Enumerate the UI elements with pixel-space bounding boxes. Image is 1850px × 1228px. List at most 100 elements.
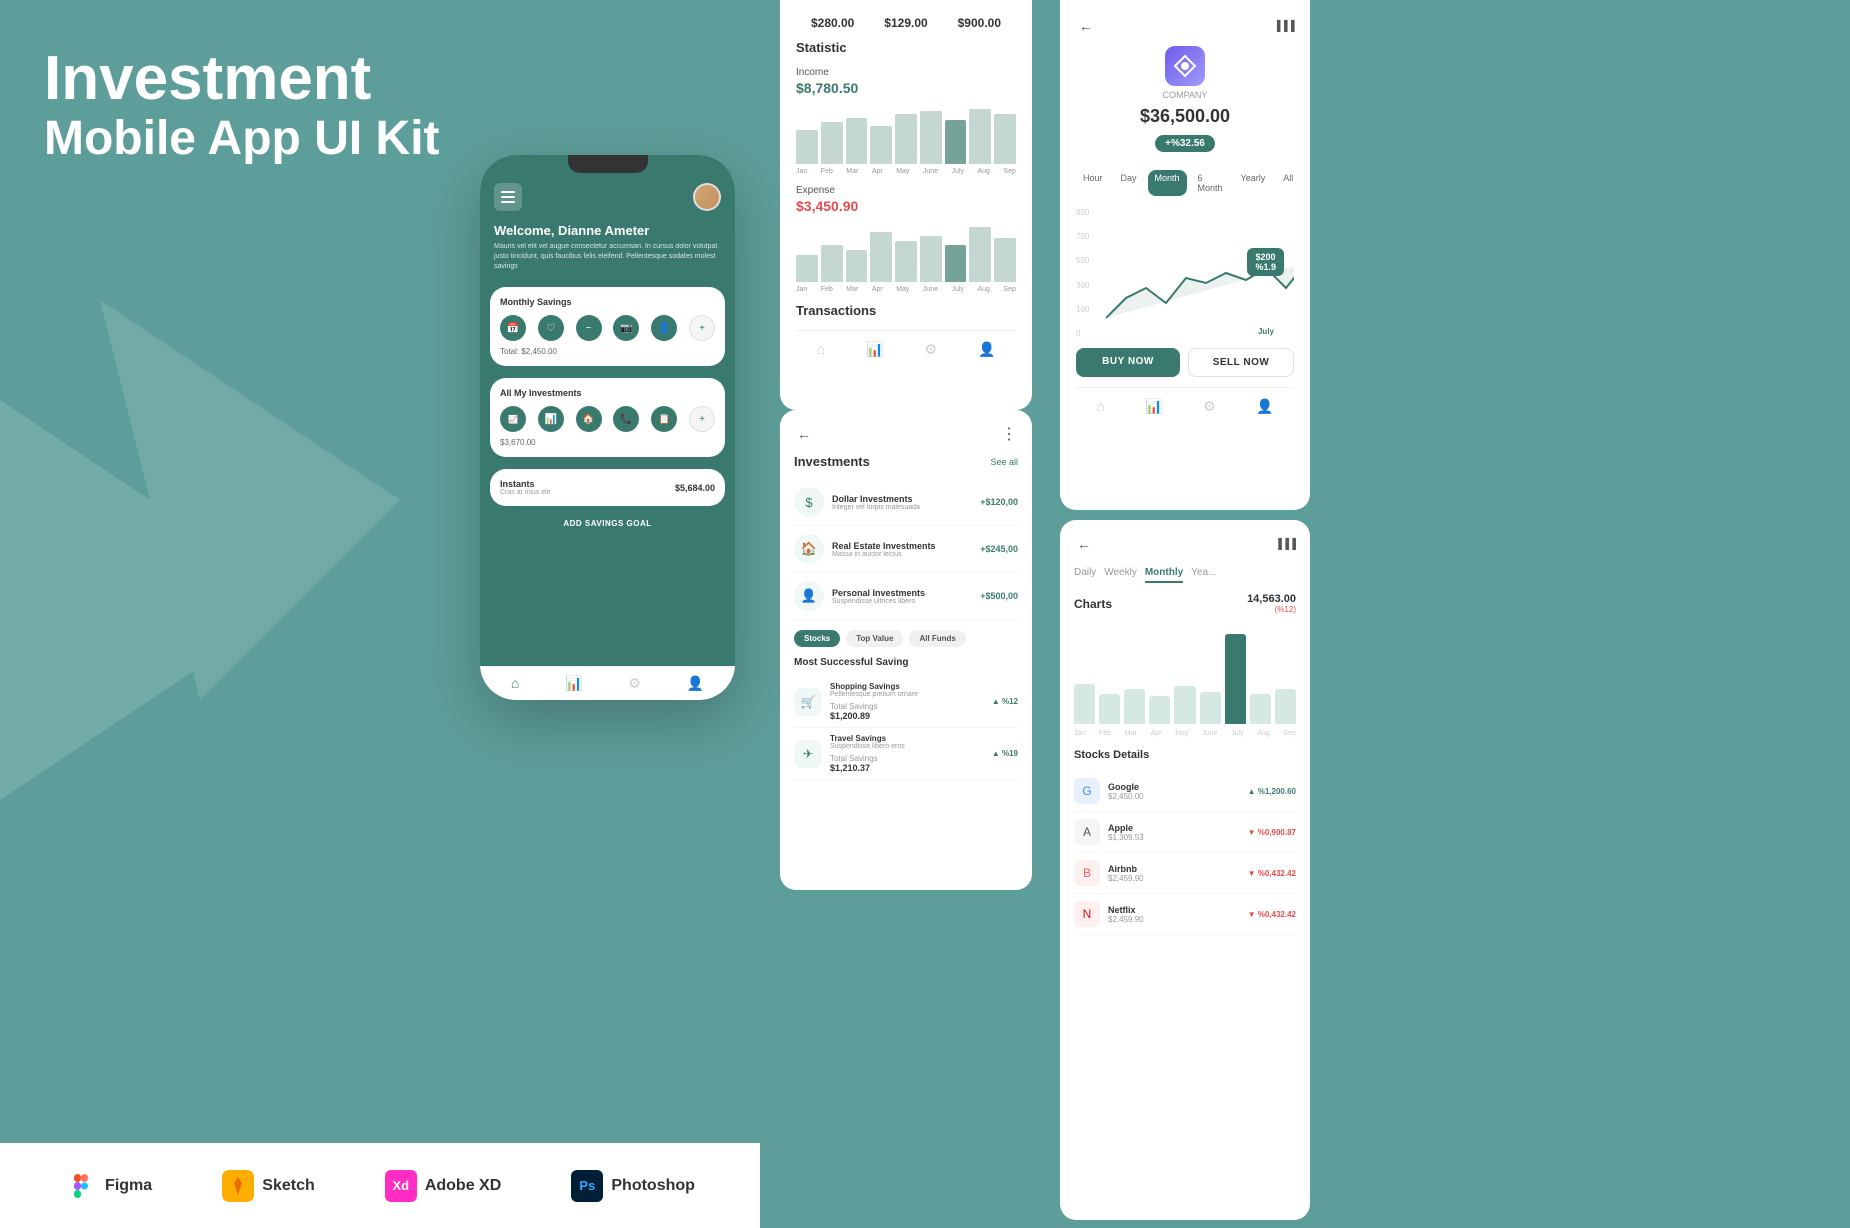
- company-back-button[interactable]: ←: [1076, 16, 1096, 36]
- company-nav-profile[interactable]: 👤: [1256, 398, 1273, 415]
- personal-investment-sub: Suspendisse ultrices libero: [832, 598, 972, 605]
- savings-icon-5[interactable]: 👤: [651, 315, 677, 341]
- period-tab-yearly[interactable]: Yea...: [1191, 564, 1216, 583]
- metric-value-1: $280.00: [811, 16, 854, 30]
- realestate-investment-icon: 🏠: [794, 534, 824, 564]
- realestate-investment-info: Real Estate Investments Massa in auctor …: [832, 541, 972, 558]
- shopping-saving-sub: Pellentesque pretium ornare: [830, 691, 984, 698]
- tab-hour[interactable]: Hour: [1076, 170, 1110, 196]
- nav-settings-icon[interactable]: ⚙: [628, 675, 641, 692]
- tab-month[interactable]: Month: [1148, 170, 1187, 196]
- savings-icon-3[interactable]: ~: [576, 315, 602, 341]
- google-price: $2,450.00: [1108, 792, 1240, 801]
- tab-all-funds[interactable]: All Funds: [909, 630, 965, 647]
- y-axis: 9007005003001000: [1076, 208, 1089, 338]
- charts-more-button[interactable]: ▐▐▐: [1275, 539, 1296, 550]
- dollar-investment-value: +$120,00: [980, 497, 1018, 507]
- google-info: Google $2,450.00: [1108, 782, 1240, 801]
- savings-icon-4[interactable]: 📷: [613, 315, 639, 341]
- sketch-icon: [222, 1170, 254, 1202]
- personal-investment-icon: 👤: [794, 581, 824, 611]
- metric-item-3: $900.00: [958, 16, 1001, 30]
- tooltip-value: $200: [1255, 252, 1276, 262]
- tab-day[interactable]: Day: [1114, 170, 1144, 196]
- netflix-info: Netflix $2,459.90: [1108, 905, 1240, 924]
- monthly-savings-card: Monthly Savings 📅 ♡ ~ 📷 👤 + Total: $2,45…: [490, 287, 725, 366]
- instants-label: Instants: [500, 479, 550, 489]
- company-nav-settings[interactable]: ⚙: [1203, 398, 1216, 415]
- bar-chart: [1074, 624, 1296, 724]
- inv-icon-4[interactable]: 📞: [613, 406, 639, 432]
- top-metrics-strip: $280.00 $129.00 $900.00: [796, 16, 1016, 30]
- apple-name: Apple: [1108, 823, 1240, 833]
- period-tab-weekly[interactable]: Weekly: [1104, 564, 1137, 583]
- google-logo: G: [1074, 778, 1100, 804]
- avatar[interactable]: [693, 183, 721, 211]
- travel-saving-sub: Suspendisse libero eros: [830, 743, 984, 750]
- period-tab-daily[interactable]: Daily: [1074, 564, 1096, 583]
- instants-info: Instants Cras at risus elit: [500, 479, 550, 496]
- add-savings-button[interactable]: ADD SAVINGS GOAL: [490, 512, 725, 535]
- tab-stocks[interactable]: Stocks: [794, 630, 840, 647]
- inv-icon-1[interactable]: 📈: [500, 406, 526, 432]
- inv-icon-5[interactable]: 📋: [651, 406, 677, 432]
- tab-top-value[interactable]: Top Value: [846, 630, 903, 647]
- tab-yearly[interactable]: Yearly: [1234, 170, 1273, 196]
- stock-item-netflix: N Netflix $2,459.90 ▼ %0,432.42: [1074, 894, 1296, 935]
- inv-icon-2[interactable]: 📊: [538, 406, 564, 432]
- stats-nav-settings[interactable]: ⚙: [924, 341, 937, 358]
- savings-icons-row: 📅 ♡ ~ 📷 👤 +: [500, 315, 715, 341]
- investment-item-dollar: $ Dollar Investments Integer vel turpis …: [794, 479, 1018, 526]
- instants-card: Instants Cras at risus elit $5,684.00: [490, 469, 725, 506]
- savings-icon-add[interactable]: +: [689, 315, 715, 341]
- menu-icon[interactable]: [494, 183, 522, 211]
- buy-now-button[interactable]: BUY NOW: [1076, 348, 1180, 377]
- nav-home-icon[interactable]: ⌂: [511, 675, 519, 692]
- sell-now-button[interactable]: SELL NOW: [1188, 348, 1294, 377]
- tab-all[interactable]: All: [1276, 170, 1300, 196]
- see-all-link[interactable]: See all: [990, 457, 1018, 467]
- apple-logo: A: [1074, 819, 1100, 845]
- company-panel: ← ▐▐▐ COMPANY $36,500.00 +%32.56 Hour Da…: [1060, 0, 1310, 510]
- income-label: Income: [796, 67, 1016, 78]
- investments-total: $3,670.00: [500, 438, 715, 447]
- company-more-button[interactable]: ▐▐▐: [1274, 16, 1294, 36]
- nav-profile-icon[interactable]: 👤: [687, 675, 704, 692]
- phone-content: Welcome, Dianne Ameter Mauris vel elit v…: [480, 155, 735, 700]
- google-change: ▲ %1,200.60: [1248, 787, 1296, 796]
- nav-chart-icon[interactable]: 📊: [565, 675, 582, 692]
- charts-header: Charts 14,563.00 (%12): [1074, 593, 1296, 614]
- airbnb-name: Airbnb: [1108, 864, 1240, 874]
- company-nav-home[interactable]: ⌂: [1096, 398, 1104, 415]
- statistics-panel: $280.00 $129.00 $900.00 Statistic Income…: [780, 0, 1032, 410]
- investment-item-realestate: 🏠 Real Estate Investments Massa in aucto…: [794, 526, 1018, 573]
- stock-item-airbnb: B Airbnb $2,459.90 ▼ %0,432.42: [1074, 853, 1296, 894]
- airbnb-price: $2,459.90: [1108, 874, 1240, 883]
- investments-more-button[interactable]: ⋮: [998, 424, 1018, 444]
- company-stock-change: +%32.56: [1155, 135, 1215, 152]
- stats-nav-chart[interactable]: 📊: [866, 341, 883, 358]
- period-tabs: Daily Weekly Monthly Yea...: [1074, 564, 1296, 583]
- charts-back-button[interactable]: ←: [1074, 534, 1094, 554]
- stats-nav-profile[interactable]: 👤: [978, 341, 995, 358]
- investments-back-button[interactable]: ←: [794, 424, 814, 444]
- apple-change: ▼ %0,900.87: [1248, 828, 1296, 837]
- inv-icon-add[interactable]: +: [689, 406, 715, 432]
- savings-icon-2[interactable]: ♡: [538, 315, 564, 341]
- brand-figma: Figma: [65, 1170, 152, 1202]
- stats-nav-home[interactable]: ⌂: [817, 341, 825, 358]
- inv-icon-3[interactable]: 🏠: [576, 406, 602, 432]
- airbnb-logo: B: [1074, 860, 1100, 886]
- tab-6month[interactable]: 6 Month: [1191, 170, 1230, 196]
- period-tab-monthly[interactable]: Monthly: [1145, 564, 1183, 583]
- charts-sub: (%12): [1247, 605, 1296, 614]
- phone-notch: [568, 155, 648, 173]
- metric-value-2: $129.00: [884, 16, 927, 30]
- transactions-title: Transactions: [796, 303, 1016, 318]
- welcome-section: Welcome, Dianne Ameter Mauris vel elit v…: [480, 223, 735, 281]
- phone-mockup: Welcome, Dianne Ameter Mauris vel elit v…: [480, 155, 735, 700]
- company-bottom-nav: ⌂ 📊 ⚙ 👤: [1076, 387, 1294, 415]
- company-nav-chart[interactable]: 📊: [1145, 398, 1162, 415]
- expense-chart-labels: JanFebMarAprMayJuneJulyAugSep: [796, 286, 1016, 293]
- savings-icon-1[interactable]: 📅: [500, 315, 526, 341]
